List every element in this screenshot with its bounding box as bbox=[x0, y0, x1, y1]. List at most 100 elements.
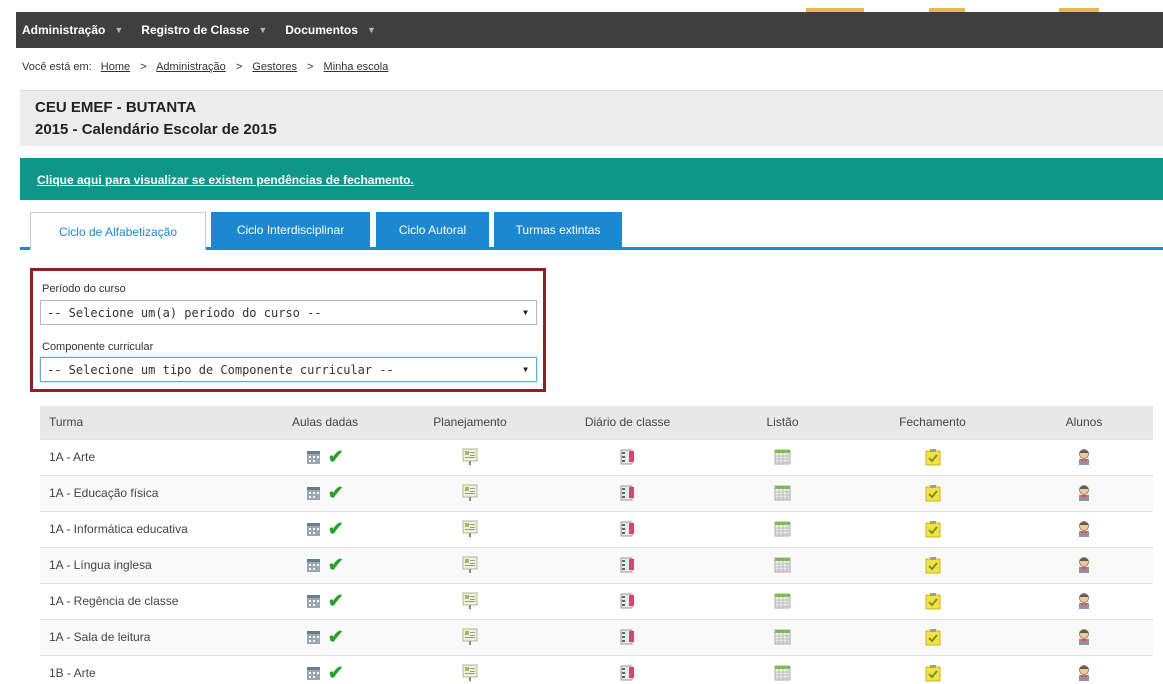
school-header: CEU EMEF - BUTANTA 2015 - Calendário Esc… bbox=[20, 90, 1163, 146]
tab-ciclo-alfabetizacao[interactable]: Ciclo de Alfabetização bbox=[30, 212, 206, 250]
column-planejamento: Planejamento bbox=[400, 406, 540, 439]
menu-administracao[interactable]: Administração ▼ bbox=[22, 23, 123, 37]
breadcrumb-administracao[interactable]: Administração bbox=[156, 61, 226, 73]
aulas-dadas-cell: ✔ bbox=[250, 510, 400, 547]
class-diary-icon[interactable] bbox=[620, 557, 636, 573]
calendar-icon[interactable] bbox=[306, 629, 324, 644]
turma-cell: 1B - Arte bbox=[40, 654, 250, 684]
calendar-icon[interactable] bbox=[306, 449, 324, 464]
periodo-label: Período do curso bbox=[42, 283, 126, 295]
spreadsheet-icon[interactable] bbox=[774, 593, 791, 609]
closing-checklist-icon[interactable] bbox=[925, 628, 941, 645]
menu-registro-de-classe[interactable]: Registro de Classe ▼ bbox=[141, 23, 267, 37]
turma-cell: 1A - Arte bbox=[40, 438, 250, 475]
student-icon[interactable] bbox=[1077, 521, 1091, 537]
calendar-icon[interactable] bbox=[306, 665, 324, 681]
accent-stripe bbox=[806, 8, 864, 12]
aulas-dadas-cell: ✔ bbox=[250, 438, 400, 475]
planejamento-cell bbox=[400, 510, 540, 547]
menu-documentos[interactable]: Documentos ▼ bbox=[285, 23, 376, 37]
student-icon[interactable] bbox=[1077, 593, 1091, 609]
breadcrumb-minha-escola[interactable]: Minha escola bbox=[324, 61, 389, 73]
checkmark-icon: ✔ bbox=[327, 518, 344, 540]
tab-turmas-extintas[interactable]: Turmas extintas bbox=[494, 212, 622, 248]
alunos-cell bbox=[1015, 474, 1153, 511]
spreadsheet-icon[interactable] bbox=[774, 629, 791, 645]
tab-ciclo-interdisciplinar[interactable]: Ciclo Interdisciplinar bbox=[211, 212, 370, 248]
fechamento-cell bbox=[850, 546, 1015, 583]
calendar-icon[interactable] bbox=[306, 485, 324, 500]
breadcrumb-separator: > bbox=[140, 61, 147, 73]
turma-cell: 1A - Língua inglesa bbox=[40, 546, 250, 583]
closing-checklist-icon[interactable] bbox=[925, 448, 941, 465]
planejamento-cell bbox=[400, 618, 540, 655]
planejamento-cell bbox=[400, 438, 540, 475]
closing-checklist-icon[interactable] bbox=[925, 484, 941, 501]
table-row: 1A - Regência de classe ✔ bbox=[40, 582, 1153, 619]
student-icon[interactable] bbox=[1077, 485, 1091, 501]
aulas-dadas-cell: ✔ bbox=[250, 618, 400, 655]
listao-cell bbox=[715, 474, 850, 511]
diario-de-classe-cell bbox=[540, 582, 715, 619]
student-icon[interactable] bbox=[1077, 557, 1091, 573]
dropdown-arrow-icon: ▼ bbox=[523, 308, 528, 317]
planning-board-icon[interactable] bbox=[462, 556, 478, 573]
class-diary-icon[interactable] bbox=[620, 485, 636, 501]
class-table: Turma Aulas dadas Planejamento Diário de… bbox=[40, 406, 1153, 684]
column-diario-de-classe: Diário de classe bbox=[540, 406, 715, 439]
componente-select[interactable]: -- Selecione um tipo de Componente curri… bbox=[40, 357, 537, 382]
closing-checklist-icon[interactable] bbox=[925, 556, 941, 573]
closing-checklist-icon[interactable] bbox=[925, 520, 941, 537]
class-diary-icon[interactable] bbox=[620, 593, 636, 609]
spreadsheet-icon[interactable] bbox=[774, 665, 791, 681]
chevron-down-icon: ▼ bbox=[114, 25, 124, 35]
planejamento-cell bbox=[400, 654, 540, 684]
column-turma: Turma bbox=[40, 406, 250, 439]
diario-de-classe-cell bbox=[540, 438, 715, 475]
alunos-cell bbox=[1015, 510, 1153, 547]
listao-cell bbox=[715, 654, 850, 684]
accent-stripe bbox=[929, 8, 965, 12]
closing-checklist-icon[interactable] bbox=[925, 664, 941, 682]
planning-board-icon[interactable] bbox=[462, 448, 478, 465]
planning-board-icon[interactable] bbox=[462, 484, 478, 501]
spreadsheet-icon[interactable] bbox=[774, 485, 791, 501]
diario-de-classe-cell bbox=[540, 546, 715, 583]
fechamento-cell bbox=[850, 510, 1015, 547]
calendar-icon[interactable] bbox=[306, 557, 324, 572]
planning-board-icon[interactable] bbox=[462, 520, 478, 537]
planejamento-cell bbox=[400, 582, 540, 619]
diario-de-classe-cell bbox=[540, 654, 715, 684]
diario-de-classe-cell bbox=[540, 474, 715, 511]
table-row: 1A - Sala de leitura ✔ bbox=[40, 618, 1153, 655]
aulas-dadas-cell: ✔ bbox=[250, 582, 400, 619]
closing-checklist-icon[interactable] bbox=[925, 592, 941, 609]
student-icon[interactable] bbox=[1077, 629, 1091, 645]
spreadsheet-icon[interactable] bbox=[774, 449, 791, 465]
student-icon[interactable] bbox=[1077, 665, 1091, 682]
tab-ciclo-autoral[interactable]: Ciclo Autoral bbox=[376, 212, 489, 248]
diario-de-classe-cell bbox=[540, 618, 715, 655]
class-diary-icon[interactable] bbox=[620, 665, 636, 681]
planning-board-icon[interactable] bbox=[462, 592, 478, 609]
breadcrumb-home[interactable]: Home bbox=[101, 61, 130, 73]
calendar-icon[interactable] bbox=[306, 521, 324, 536]
breadcrumb-separator: > bbox=[307, 61, 314, 73]
class-diary-icon[interactable] bbox=[620, 629, 636, 645]
class-diary-icon[interactable] bbox=[620, 521, 636, 537]
planning-board-icon[interactable] bbox=[462, 664, 478, 682]
periodo-select-value: -- Selecione um(a) período do curso -- bbox=[47, 305, 322, 320]
planejamento-cell bbox=[400, 474, 540, 511]
turma-cell: 1A - Regência de classe bbox=[40, 582, 250, 619]
dropdown-arrow-icon: ▼ bbox=[523, 365, 528, 374]
spreadsheet-icon[interactable] bbox=[774, 521, 791, 537]
breadcrumb-gestores[interactable]: Gestores bbox=[252, 61, 297, 73]
spreadsheet-icon[interactable] bbox=[774, 557, 791, 573]
pending-closing-link[interactable]: Clique aqui para visualizar se existem p… bbox=[37, 173, 414, 187]
menu-label: Registro de Classe bbox=[141, 23, 250, 37]
calendar-icon[interactable] bbox=[306, 593, 324, 608]
planning-board-icon[interactable] bbox=[462, 628, 478, 645]
periodo-select[interactable]: -- Selecione um(a) período do curso -- ▼ bbox=[40, 300, 537, 325]
class-diary-icon[interactable] bbox=[620, 449, 636, 465]
student-icon[interactable] bbox=[1077, 449, 1091, 465]
